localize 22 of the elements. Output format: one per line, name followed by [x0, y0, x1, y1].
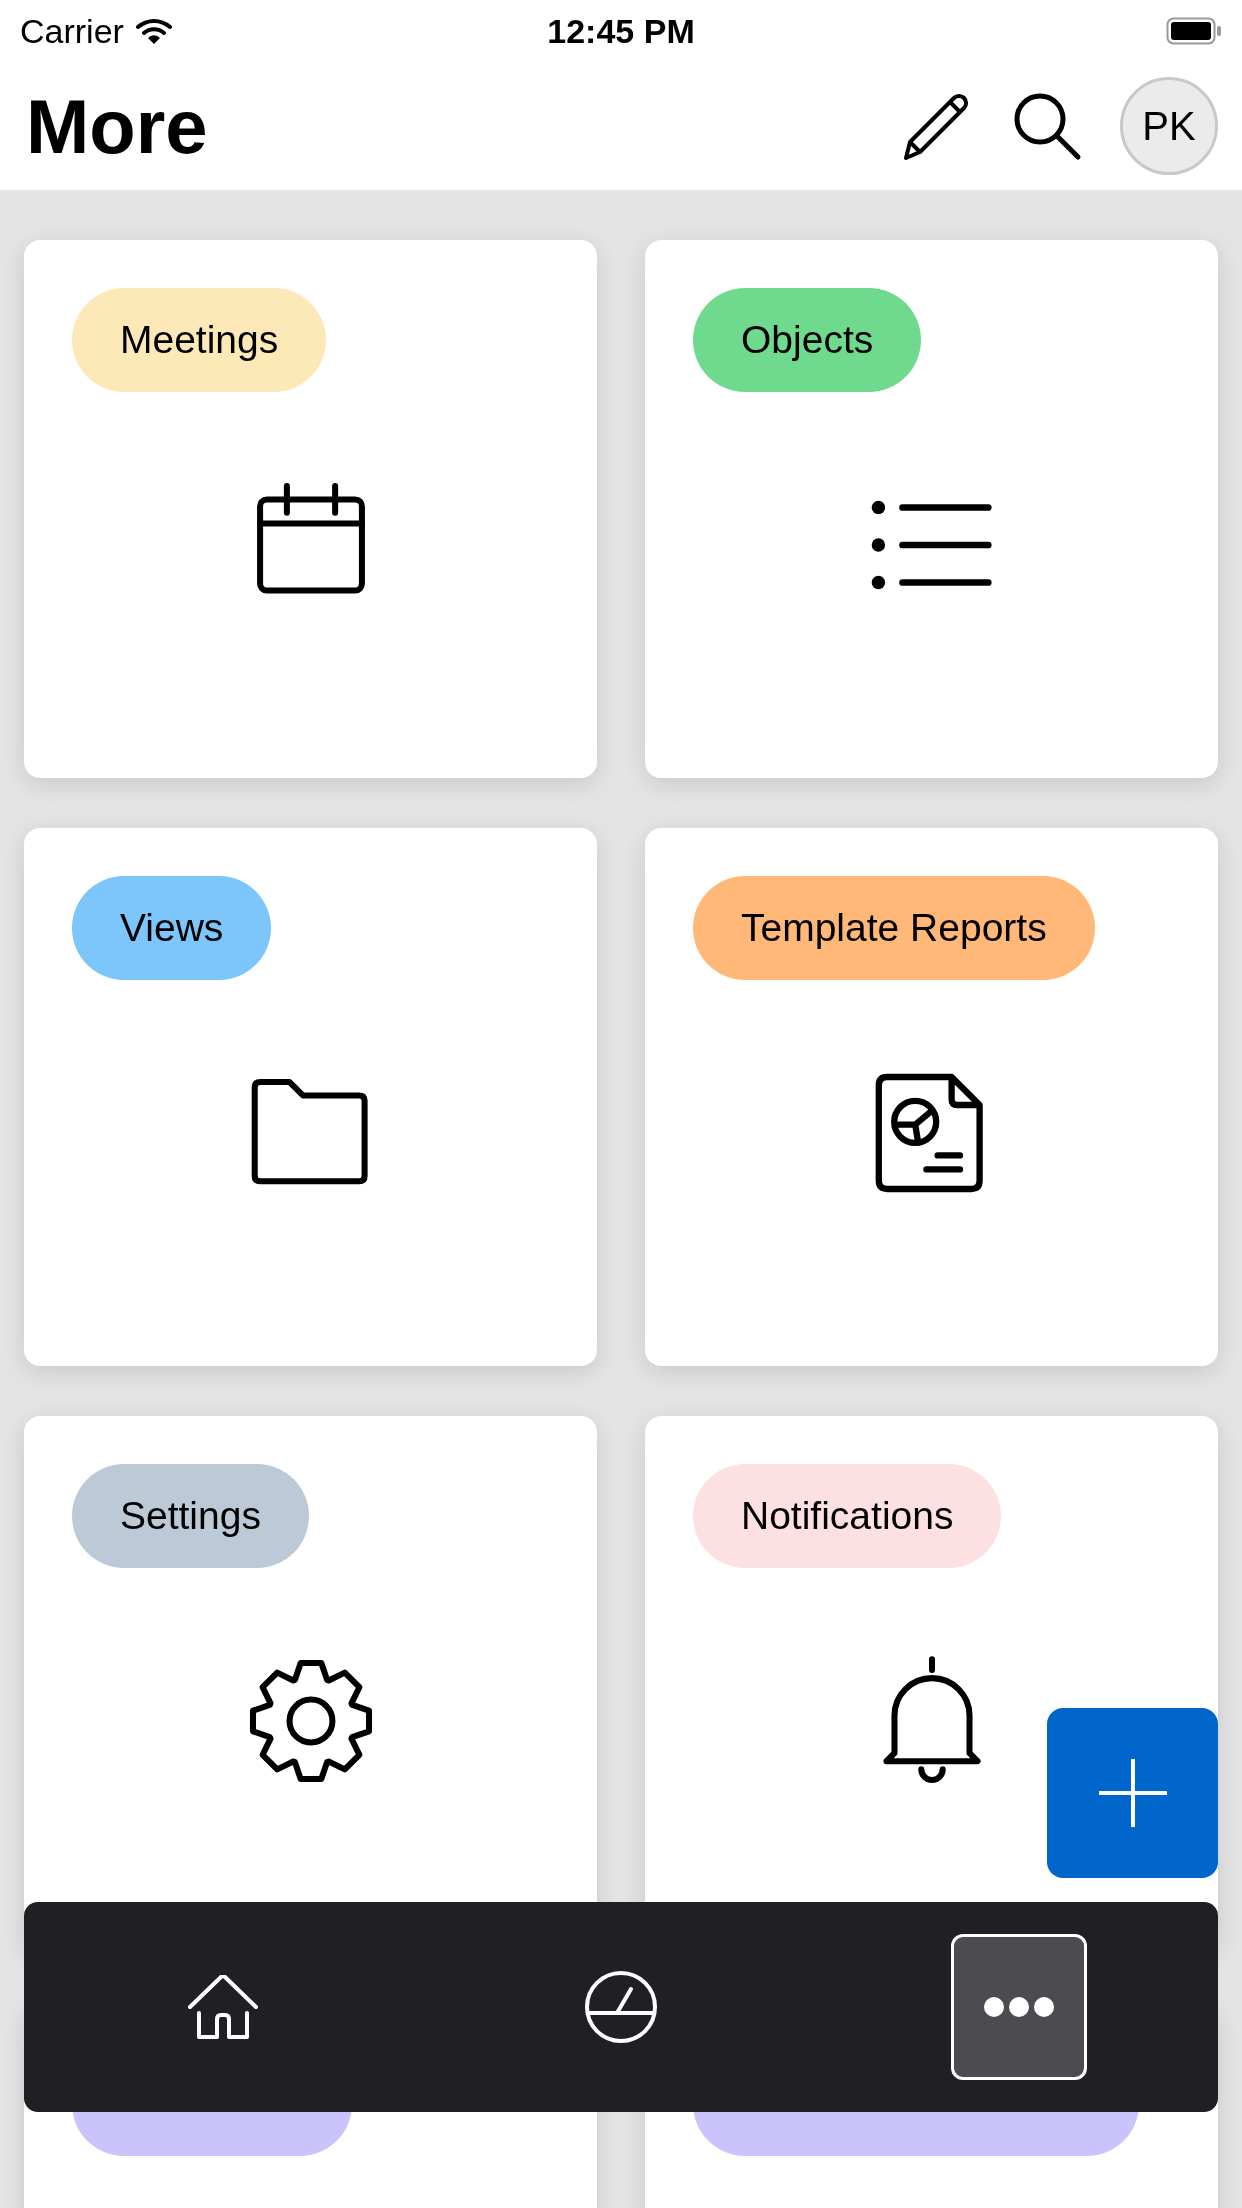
category-tag: Views — [72, 876, 272, 980]
category-tag: Settings — [72, 1464, 309, 1568]
menu-card[interactable]: Meetings — [24, 240, 597, 778]
page-title: More — [26, 82, 208, 170]
menu-card[interactable]: Template Reports — [645, 828, 1218, 1366]
home-icon — [187, 1975, 259, 2039]
category-tag: Template Reports — [693, 876, 1095, 980]
add-button[interactable] — [1047, 1708, 1218, 1878]
menu-card[interactable]: Objects — [645, 240, 1218, 778]
search-icon[interactable] — [1012, 91, 1082, 161]
category-tag: Meetings — [72, 288, 327, 392]
battery-icon — [1166, 17, 1222, 45]
category-tag: Objects — [693, 288, 922, 392]
more-icon — [983, 1996, 1055, 2018]
gauge-icon — [583, 1969, 659, 2045]
user-avatar[interactable]: PK — [1120, 77, 1218, 175]
category-tag: Notifications — [693, 1464, 1002, 1568]
carrier-name: Carrier — [20, 11, 124, 51]
status-time: 12:45 PM — [547, 11, 695, 51]
wifi-icon — [135, 17, 172, 45]
menu-card[interactable]: Views — [24, 828, 597, 1366]
tab-button[interactable] — [951, 1934, 1087, 2080]
